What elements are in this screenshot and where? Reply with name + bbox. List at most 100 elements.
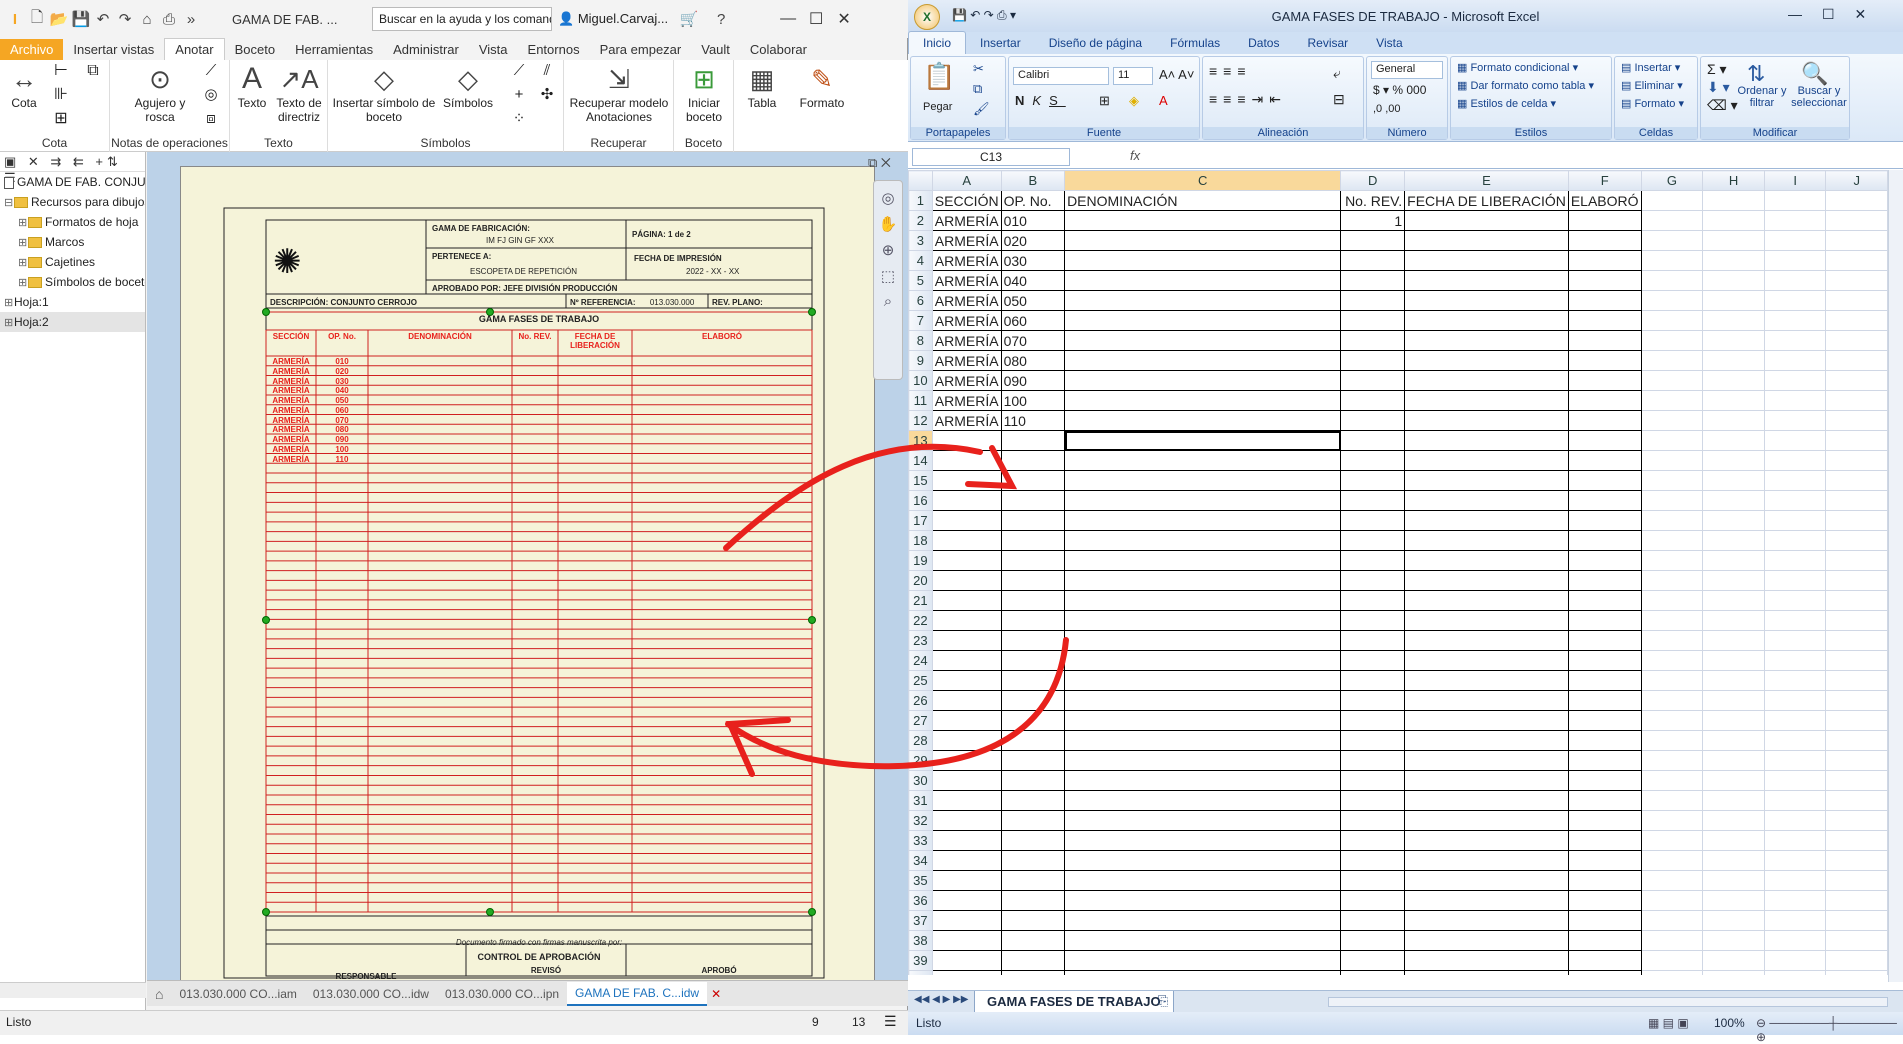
number-format-select[interactable]: General: [1371, 61, 1443, 79]
grid-cell[interactable]: [1825, 410, 1888, 431]
grid-cell[interactable]: [1825, 770, 1888, 791]
grid-cell[interactable]: [1404, 930, 1569, 951]
grid-cell[interactable]: [1702, 910, 1765, 931]
grid-cell[interactable]: [1567, 610, 1642, 631]
grid-cell[interactable]: [1064, 330, 1342, 351]
grid-cell[interactable]: [1825, 310, 1888, 331]
eliminar-celdas-button[interactable]: ▤ Eliminar ▾: [1621, 79, 1683, 92]
grid-cell[interactable]: [931, 450, 1002, 471]
grid-cell[interactable]: [1064, 490, 1342, 511]
column-header[interactable]: E: [1404, 170, 1569, 191]
grid-cell[interactable]: [931, 610, 1002, 631]
grid-cell[interactable]: [1567, 950, 1642, 971]
grid-cell[interactable]: [1702, 870, 1765, 891]
grid-cell[interactable]: [1404, 650, 1569, 671]
grid-cell[interactable]: [1702, 890, 1765, 911]
grid-cell[interactable]: [1763, 810, 1827, 831]
spreadsheet-grid[interactable]: A B C D E F G H I J 1 SECCIÓN OP. No. DENOMINACIÓN No.…: [908, 170, 1888, 975]
grid-cell[interactable]: [1763, 610, 1827, 631]
grid-cell[interactable]: [1340, 770, 1406, 791]
more-icon[interactable]: »: [180, 11, 202, 28]
row-header[interactable]: 11: [908, 390, 933, 411]
grid-cell[interactable]: [1763, 870, 1827, 891]
grid-cell[interactable]: [1404, 470, 1569, 491]
grid-cell[interactable]: ELABORÓ: [1567, 190, 1642, 211]
grid-cell[interactable]: [1640, 350, 1704, 371]
column-header[interactable]: J: [1825, 170, 1888, 191]
grid-cell[interactable]: [1340, 870, 1406, 891]
row-header[interactable]: 38: [908, 930, 933, 951]
grid-cell[interactable]: [1702, 490, 1765, 511]
grid-cell[interactable]: [1702, 710, 1765, 731]
texto-button[interactable]: A Texto: [234, 64, 270, 111]
row-header[interactable]: 1: [908, 190, 933, 211]
grid-cell[interactable]: [1064, 550, 1342, 571]
grid-cell[interactable]: [1640, 450, 1704, 471]
grid-cell[interactable]: [1567, 850, 1642, 871]
grid-cell[interactable]: [1064, 410, 1342, 431]
formato-button[interactable]: ✎ Formato: [794, 64, 850, 110]
grid-cell[interactable]: [931, 910, 1002, 931]
dar-formato-button[interactable]: ▦ Dar formato como tabla ▾: [1457, 79, 1594, 92]
grid-cell[interactable]: [1567, 670, 1642, 691]
grid-cell[interactable]: [1763, 850, 1827, 871]
grid-cell[interactable]: 100: [1000, 390, 1066, 411]
grid-cell[interactable]: [1640, 670, 1704, 691]
grid-cell[interactable]: [1404, 230, 1569, 251]
grid-cell[interactable]: [1340, 890, 1406, 911]
grid-cell[interactable]: [1064, 250, 1342, 271]
grid-cell[interactable]: 070: [1000, 330, 1066, 351]
grid-cell[interactable]: [1702, 470, 1765, 491]
grid-cell[interactable]: [1000, 590, 1066, 611]
grid-cell[interactable]: [1567, 810, 1642, 831]
grid-cell[interactable]: [1825, 450, 1888, 471]
grid-cell[interactable]: [1340, 910, 1406, 931]
grid-cell[interactable]: [1763, 270, 1827, 291]
chain-dim-icon[interactable]: ⊞: [48, 111, 74, 127]
font-size-select[interactable]: 11: [1113, 67, 1153, 85]
grid-cell[interactable]: 010: [1000, 210, 1066, 231]
grid-cell[interactable]: [1000, 710, 1066, 731]
grid-cell[interactable]: [1825, 470, 1888, 491]
grid-cell[interactable]: [1640, 870, 1704, 891]
pegar-button[interactable]: Pegar: [923, 101, 952, 113]
grid-cell[interactable]: [1404, 750, 1569, 771]
tab-administrar[interactable]: Administrar: [383, 39, 469, 60]
grid-cell[interactable]: [1000, 730, 1066, 751]
grid-cell[interactable]: [1763, 190, 1827, 211]
grid-cell[interactable]: [1640, 330, 1704, 351]
grid-cell[interactable]: [1404, 850, 1569, 871]
grid-cell[interactable]: [931, 630, 1002, 651]
grid-cell[interactable]: [1064, 810, 1342, 831]
grid-cell[interactable]: [1702, 530, 1765, 551]
grid-cell[interactable]: [1404, 250, 1569, 271]
expand-icon[interactable]: ⊞: [18, 213, 28, 232]
row-header[interactable]: 30: [908, 770, 933, 791]
grid-cell[interactable]: [1340, 270, 1406, 291]
insert-sheet-icon[interactable]: ⎘: [1158, 993, 1168, 1009]
row-header[interactable]: 19: [908, 550, 933, 571]
grid-cell[interactable]: [1702, 510, 1765, 531]
grid-cell[interactable]: [1640, 370, 1704, 391]
grid-cell[interactable]: [1567, 290, 1642, 311]
column-header[interactable]: B: [1000, 170, 1066, 191]
grid-cell[interactable]: [1825, 830, 1888, 851]
grid-cell[interactable]: [1640, 250, 1704, 271]
grid-cell[interactable]: [1064, 830, 1342, 851]
fill-color-icon[interactable]: ◈: [1129, 93, 1139, 109]
grid-cell[interactable]: [1702, 310, 1765, 331]
close-icon[interactable]: ✕: [830, 9, 858, 29]
row-header[interactable]: 27: [908, 710, 933, 731]
grid-cell[interactable]: [1000, 490, 1066, 511]
grid-cell[interactable]: [1640, 730, 1704, 751]
grid-cell[interactable]: [1404, 530, 1569, 551]
grid-cell[interactable]: ARMERÍA: [931, 250, 1002, 271]
grid-cell[interactable]: [1763, 510, 1827, 531]
row-header[interactable]: 14: [908, 450, 933, 471]
grid-cell[interactable]: [931, 930, 1002, 951]
grid-cell[interactable]: [1064, 850, 1342, 871]
grid-cell[interactable]: [1340, 750, 1406, 771]
grow-font-icon[interactable]: A˄ A˅: [1159, 67, 1194, 82]
grid-cell[interactable]: [1567, 750, 1642, 771]
grid-cell[interactable]: [1763, 770, 1827, 791]
